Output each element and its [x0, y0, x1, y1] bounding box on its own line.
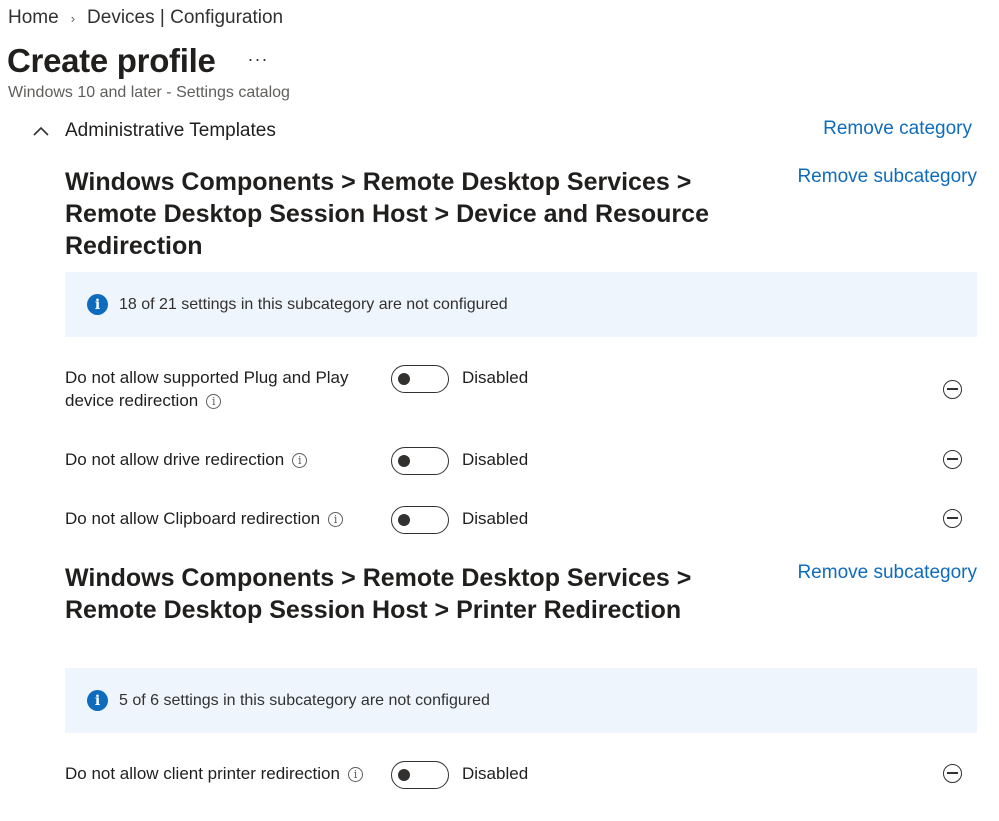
remove-category-link[interactable]: Remove category: [823, 118, 972, 140]
toggle-knob: [398, 373, 410, 385]
toggle-knob: [398, 769, 410, 781]
setting-label: Do not allow supported Plug and Play dev…: [65, 366, 375, 412]
remove-setting-icon[interactable]: [943, 764, 962, 783]
setting-label-text: Do not allow Clipboard redirection: [65, 509, 321, 528]
remove-setting-icon[interactable]: [943, 509, 962, 528]
breadcrumb: Home › Devices | Configuration: [8, 7, 283, 29]
info-message-text: 18 of 21 settings in this subcategory ar…: [119, 295, 508, 313]
setting-label: Do not allow Clipboard redirection i: [65, 507, 375, 530]
setting-toggle[interactable]: [391, 761, 449, 789]
setting-label-text: Do not allow drive redirection: [65, 450, 285, 469]
chevron-up-icon[interactable]: [32, 122, 50, 140]
remove-setting-icon[interactable]: [943, 380, 962, 399]
setting-toggle[interactable]: [391, 365, 449, 393]
toggle-knob: [398, 455, 410, 467]
setting-toggle[interactable]: [391, 447, 449, 475]
toggle-state-label: Disabled: [462, 764, 529, 783]
remove-subcategory-link[interactable]: Remove subcategory: [797, 166, 977, 188]
category-label: Administrative Templates: [65, 120, 276, 141]
info-message-bar: i 18 of 21 settings in this subcategory …: [65, 272, 977, 337]
info-icon: i: [87, 690, 108, 711]
category-header: Administrative Templates Remove category: [32, 118, 977, 144]
remove-setting-icon[interactable]: [943, 450, 962, 469]
more-actions-icon[interactable]: ···: [248, 49, 269, 70]
setting-label-text: Do not allow client printer redirection: [65, 764, 340, 783]
page-title: Create profile: [7, 42, 216, 79]
toggle-state-label: Disabled: [462, 509, 529, 528]
remove-subcategory-link[interactable]: Remove subcategory: [797, 562, 977, 584]
toggle-state-label: Disabled: [462, 450, 529, 469]
toggle-state-label: Disabled: [462, 368, 529, 387]
info-message-bar: i 5 of 6 settings in this subcategory ar…: [65, 668, 977, 733]
subcategory-title: Windows Components > Remote Desktop Serv…: [65, 168, 709, 260]
info-message-text: 5 of 6 settings in this subcategory are …: [119, 691, 490, 709]
info-tooltip-icon[interactable]: i: [328, 512, 344, 527]
breadcrumb-devices-configuration-link[interactable]: Devices | Configuration: [87, 7, 283, 29]
setting-toggle[interactable]: [391, 506, 449, 534]
setting-label: Do not allow drive redirection i: [65, 448, 375, 471]
info-tooltip-icon[interactable]: i: [347, 767, 363, 782]
setting-label: Do not allow client printer redirection i: [65, 762, 395, 785]
subcategory-title: Windows Components > Remote Desktop Serv…: [65, 564, 692, 624]
info-tooltip-icon[interactable]: i: [206, 394, 222, 409]
page-subtitle: Windows 10 and later - Settings catalog: [8, 84, 290, 101]
toggle-knob: [398, 514, 410, 526]
info-icon: i: [87, 294, 108, 315]
breadcrumb-home-link[interactable]: Home: [8, 7, 59, 29]
page-header: Create profile ···: [7, 42, 269, 80]
info-tooltip-icon[interactable]: i: [292, 453, 308, 468]
breadcrumb-separator-icon: ›: [70, 10, 76, 26]
